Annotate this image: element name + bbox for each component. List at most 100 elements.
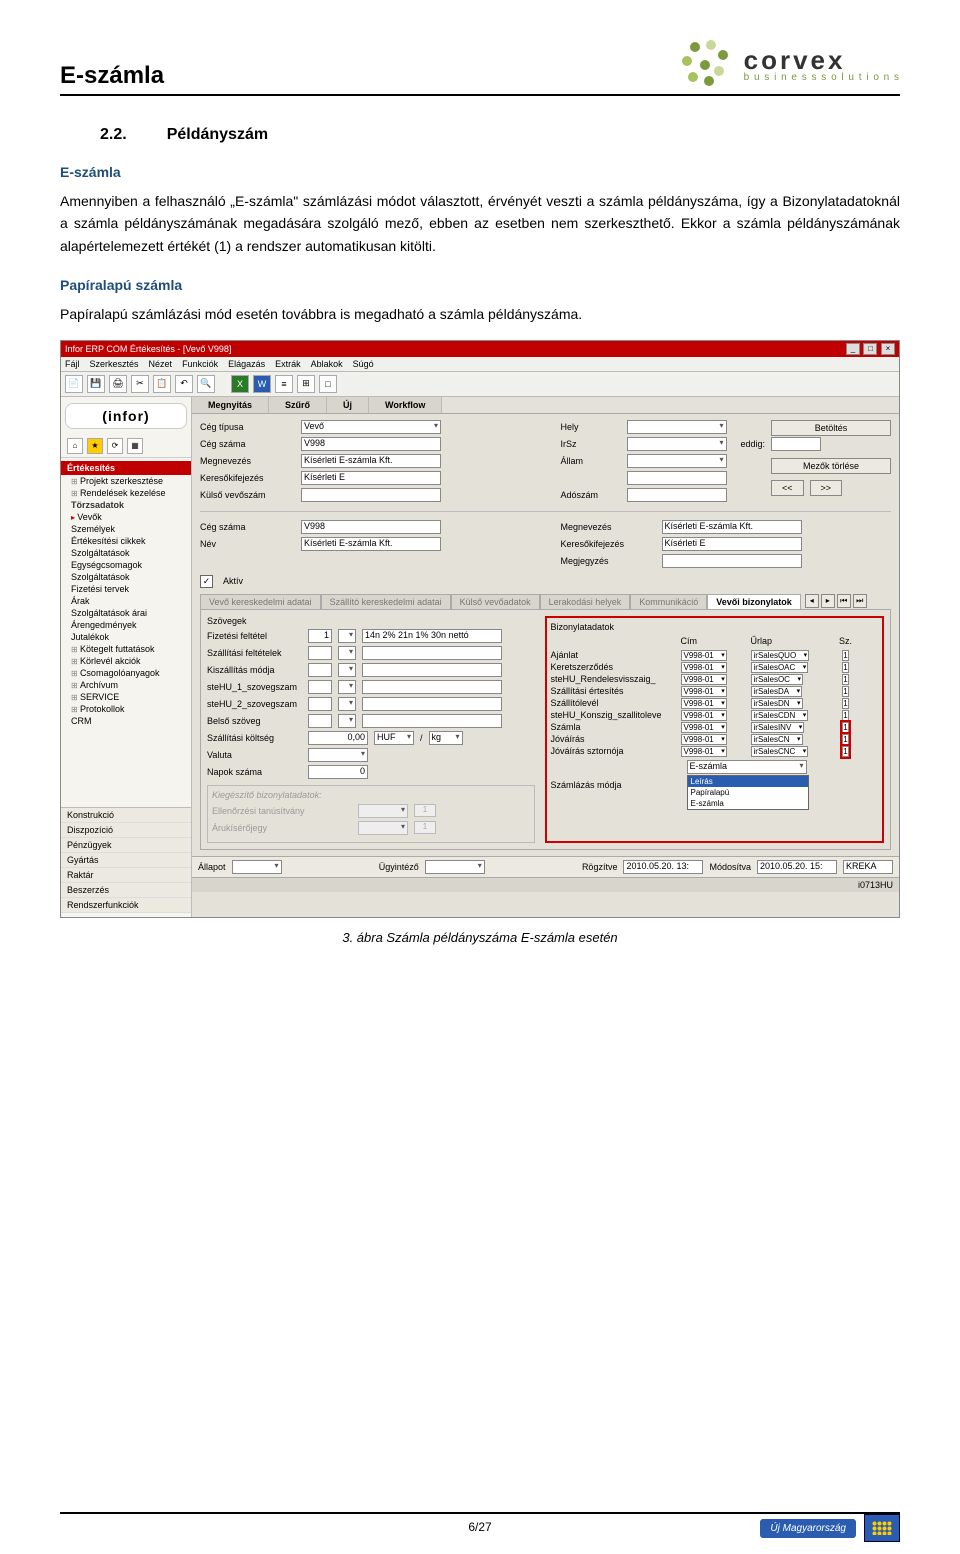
szamlazas-mod-select[interactable]: E-számla [687,760,807,774]
sidebar-bottom-item[interactable]: Gyártás [61,853,191,868]
inner-tab[interactable]: Lerakodási helyek [540,594,631,609]
sz-input[interactable]: 1 [842,698,848,709]
napok-input[interactable]: 0 [308,765,368,779]
tree-item[interactable]: Protokollok [61,703,191,715]
grid-icon[interactable]: ▦ [127,438,143,454]
tree-item[interactable]: SERVICE [61,691,191,703]
num-input[interactable] [308,680,332,694]
tree-item[interactable]: Csomagolóanyagok [61,667,191,679]
form-input[interactable]: Kísérleti E [662,537,802,551]
maximize-icon[interactable]: □ [863,343,877,355]
form-input[interactable]: Kísérleti E-számla Kft. [301,454,441,468]
home-icon[interactable]: ⌂ [67,438,83,454]
load-button[interactable]: Betöltés [771,420,891,436]
next-button[interactable]: >> [810,480,843,496]
tree-item[interactable]: Szolgáltatások árai [61,607,191,619]
form-select[interactable] [627,420,727,434]
cim-select[interactable]: V998-01 [681,722,727,733]
menu-item[interactable]: Nézet [149,359,173,369]
tree-item[interactable]: Kötegelt futtatások [61,643,191,655]
tab-megnyitas[interactable]: Megnyitás [192,397,269,413]
word-icon[interactable]: W [253,375,271,393]
close-icon[interactable]: × [881,343,895,355]
cim-select[interactable]: V998-01 [681,674,727,685]
toolbar-button[interactable]: ✂ [131,375,149,393]
lookup-select[interactable] [338,646,356,660]
menu-item[interactable]: Fájl [65,359,80,369]
sz-input[interactable]: 1 [842,710,848,721]
urlap-select[interactable]: irSalesCN [751,734,803,745]
sidebar-bottom-item[interactable]: Raktár [61,868,191,883]
unit-select[interactable]: kg [429,731,463,745]
num-input[interactable] [308,697,332,711]
lookup-select[interactable] [338,714,356,728]
cim-select[interactable]: V998-01 [681,698,727,709]
inner-tab[interactable]: Szállító kereskedelmi adatai [321,594,451,609]
tree-item[interactable]: Törzsadatok [61,499,191,511]
sz-input[interactable]: 1 [842,686,848,697]
sidebar-bottom-item[interactable]: Beszerzés [61,883,191,898]
num-input[interactable] [308,714,332,728]
form-input[interactable]: Kísérleti E-számla Kft. [662,520,802,534]
cim-select[interactable]: V998-01 [681,650,727,661]
text-input[interactable] [362,680,502,694]
inner-tab[interactable]: Vevő kereskedelmi adatai [200,594,321,609]
tab-last-icon[interactable]: ⏭ [853,594,867,608]
sidebar-bottom-item[interactable]: Konstrukció [61,808,191,823]
num-input[interactable]: 1 [308,629,332,643]
num-input[interactable] [308,663,332,677]
urlap-select[interactable]: irSalesDN [751,698,803,709]
toolbar-button[interactable]: ↶ [175,375,193,393]
urlap-select[interactable]: irSalesINV [751,722,805,733]
form-input[interactable] [627,471,727,485]
urlap-select[interactable]: irSalesCNC [751,746,809,757]
tab-prev-icon[interactable]: ◂ [805,594,819,608]
aktiv-checkbox[interactable] [200,575,213,588]
menu-item[interactable]: Ablakok [311,359,343,369]
cim-select[interactable]: V998-01 [681,746,727,757]
refresh-icon[interactable]: ⟳ [107,438,123,454]
toolbar-button[interactable]: ⊞ [297,375,315,393]
num-input[interactable] [308,646,332,660]
tree-item[interactable]: Archívum [61,679,191,691]
form-select[interactable] [627,454,727,468]
status-select[interactable] [232,860,282,874]
text-input[interactable] [362,714,502,728]
minimize-icon[interactable]: _ [846,343,860,355]
tree-item[interactable]: CRM [61,715,191,727]
menu-item[interactable]: Szerkesztés [90,359,139,369]
cim-select[interactable]: V998-01 [681,734,727,745]
lookup-select[interactable] [338,680,356,694]
tree-item[interactable]: Árengedmények [61,619,191,631]
sidebar-bottom-item[interactable]: Diszpozíció [61,823,191,838]
sz-input[interactable]: 1 [842,722,848,733]
currency-select[interactable]: HUF [374,731,414,745]
form-input[interactable]: V998 [301,437,441,451]
clear-fields-button[interactable]: Mezők törlése [771,458,891,474]
cim-select[interactable]: V998-01 [681,662,727,673]
form-input[interactable]: Kísérleti E [301,471,441,485]
toolbar-button[interactable]: 📋 [153,375,171,393]
menu-item[interactable]: Elágazás [228,359,265,369]
tree-item[interactable]: Szolgáltatások [61,571,191,583]
urlap-select[interactable]: irSalesDA [751,686,803,697]
ugyintezo-select[interactable] [425,860,485,874]
urlap-select[interactable]: irSalesCDN [751,710,809,721]
shipcost-input[interactable]: 0,00 [308,731,368,745]
tree-item[interactable]: Fizetési tervek [61,583,191,595]
tree-item[interactable]: Körlevél akciók [61,655,191,667]
tab-workflow[interactable]: Workflow [369,397,442,413]
sz-input[interactable]: 1 [842,650,848,661]
toolbar-button[interactable]: ≡ [275,375,293,393]
inner-tab[interactable]: Külső vevőadatok [451,594,540,609]
lookup-select[interactable] [338,697,356,711]
sz-input[interactable]: 1 [842,734,848,745]
tree-item[interactable]: Rendelések kezelése [61,487,191,499]
urlap-select[interactable]: irSalesOC [751,674,803,685]
sidebar-bottom-item[interactable]: Rendszerfunkciók [61,898,191,913]
text-input[interactable]: 14n 2% 21n 1% 30n nettó [362,629,502,643]
tree-item[interactable]: Értékesítési cikkek [61,535,191,547]
toolbar-button[interactable]: □ [319,375,337,393]
menu-item[interactable]: Funkciók [182,359,218,369]
form-input[interactable]: V998 [301,520,441,534]
